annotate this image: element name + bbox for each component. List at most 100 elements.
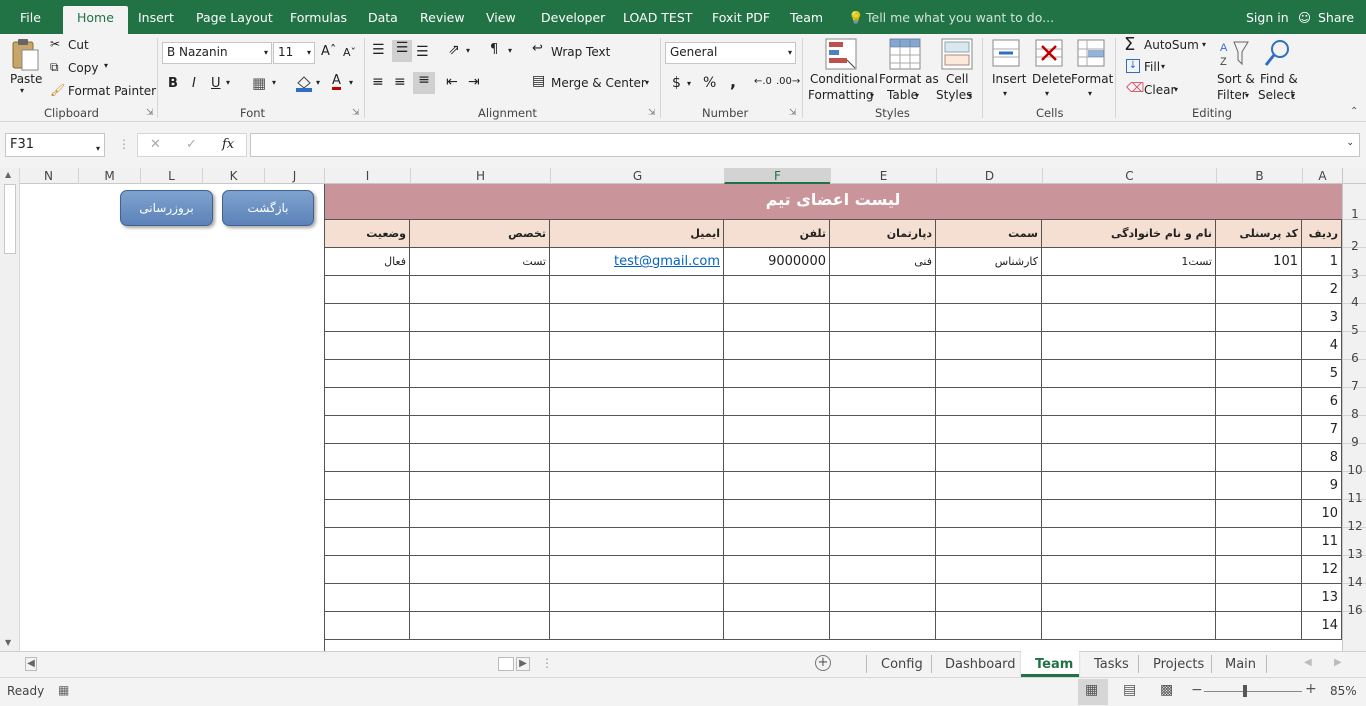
column-header-l[interactable]: L: [140, 168, 202, 184]
cut-button[interactable]: Cut: [68, 38, 89, 52]
empty-cell[interactable]: [936, 556, 1042, 584]
empty-cell[interactable]: [550, 584, 724, 612]
empty-cell[interactable]: [410, 332, 550, 360]
row-number-cell[interactable]: 5: [1302, 360, 1342, 388]
zoom-level[interactable]: 85%: [1330, 684, 1357, 698]
empty-cell[interactable]: [324, 612, 410, 640]
conditional-formatting-line2[interactable]: Formatting: [808, 88, 874, 102]
empty-cell[interactable]: [830, 276, 936, 304]
sheet-tab-team[interactable]: Team: [1035, 652, 1073, 677]
empty-cell[interactable]: [550, 304, 724, 332]
cell-styles-line2[interactable]: Styles: [936, 88, 972, 102]
autosum-dropdown-icon[interactable]: ▾: [1202, 40, 1206, 49]
empty-cell[interactable]: [324, 332, 410, 360]
empty-cell[interactable]: [1216, 304, 1302, 332]
align-middle-icon[interactable]: ☰: [392, 40, 412, 62]
empty-cell[interactable]: [936, 612, 1042, 640]
delete-cells-button[interactable]: Delete: [1032, 72, 1071, 86]
row-number-cell[interactable]: 3: [1302, 304, 1342, 332]
empty-cell[interactable]: [550, 500, 724, 528]
paste-icon[interactable]: [10, 38, 40, 72]
empty-cell[interactable]: [324, 304, 410, 332]
empty-cell[interactable]: [550, 332, 724, 360]
empty-cell[interactable]: [1216, 388, 1302, 416]
row-header[interactable]: 14: [1343, 556, 1366, 589]
horizontal-scroll-thumb[interactable]: [498, 657, 514, 671]
sort-filter-icon[interactable]: AZ: [1218, 38, 1250, 70]
clear-dropdown-icon[interactable]: ▾: [1174, 85, 1178, 94]
empty-cell[interactable]: [1042, 304, 1216, 332]
clipboard-launcher-icon[interactable]: ⇲: [146, 108, 154, 118]
row-number-cell[interactable]: 8: [1302, 444, 1342, 472]
header-cell[interactable]: وضعیت: [324, 220, 410, 248]
format-as-table-line1[interactable]: Format as: [879, 72, 939, 86]
increase-indent-icon[interactable]: ⇥: [468, 74, 480, 90]
column-header-k[interactable]: K: [202, 168, 264, 184]
insert-cells-icon[interactable]: [991, 38, 1021, 68]
empty-cell[interactable]: [324, 276, 410, 304]
empty-cell[interactable]: [1216, 584, 1302, 612]
empty-cell[interactable]: [550, 612, 724, 640]
empty-cell[interactable]: [410, 360, 550, 388]
collapse-ribbon-icon[interactable]: ⌃: [1350, 106, 1358, 117]
data-cell[interactable]: فنی: [830, 248, 936, 276]
data-cell[interactable]: 101: [1216, 248, 1302, 276]
header-cell[interactable]: نام و نام خانوادگی: [1042, 220, 1216, 248]
empty-cell[interactable]: [830, 584, 936, 612]
empty-cell[interactable]: [324, 416, 410, 444]
empty-cell[interactable]: [410, 276, 550, 304]
sheet-prev-icon[interactable]: ◀: [1304, 657, 1312, 668]
align-bottom-icon[interactable]: ☰: [416, 44, 429, 60]
format-cells-button[interactable]: Format: [1071, 72, 1113, 86]
empty-cell[interactable]: [830, 612, 936, 640]
empty-cell[interactable]: [830, 304, 936, 332]
row-header[interactable]: 11: [1343, 472, 1366, 505]
wrap-text-button[interactable]: Wrap Text: [551, 45, 610, 59]
insert-dropdown-icon[interactable]: ▾: [1003, 89, 1007, 98]
column-header-f[interactable]: F: [724, 168, 830, 184]
empty-cell[interactable]: [724, 444, 830, 472]
column-header-a[interactable]: A: [1302, 168, 1342, 184]
header-cell[interactable]: ردیف: [1302, 220, 1342, 248]
sort-filter-line1[interactable]: Sort &: [1217, 72, 1255, 86]
page-break-view-icon[interactable]: ▩: [1160, 682, 1173, 698]
increase-decimal-icon[interactable]: ←.0: [754, 76, 772, 87]
tab-file[interactable]: File: [20, 0, 41, 34]
split-handle-icon[interactable]: ⋮: [541, 656, 553, 670]
empty-cell[interactable]: [830, 416, 936, 444]
empty-cell[interactable]: [724, 388, 830, 416]
tab-load-test[interactable]: LOAD TEST: [623, 0, 692, 34]
empty-cell[interactable]: [936, 500, 1042, 528]
tab-page-layout[interactable]: Page Layout: [196, 0, 273, 34]
empty-cell[interactable]: [936, 360, 1042, 388]
empty-cell[interactable]: [1042, 556, 1216, 584]
empty-cell[interactable]: [410, 444, 550, 472]
font-color-dropdown-icon[interactable]: ▾: [349, 78, 353, 87]
sign-in-link[interactable]: Sign in: [1246, 0, 1289, 34]
enter-icon[interactable]: ✓: [186, 137, 197, 152]
empty-cell[interactable]: [324, 528, 410, 556]
empty-cell[interactable]: [324, 388, 410, 416]
decrease-indent-icon[interactable]: ⇤: [446, 74, 458, 90]
font-launcher-icon[interactable]: ⇲: [352, 108, 360, 118]
empty-cell[interactable]: [830, 556, 936, 584]
row-number-cell[interactable]: 4: [1302, 332, 1342, 360]
data-cell[interactable]: فعال: [324, 248, 410, 276]
new-sheet-icon[interactable]: +: [815, 655, 831, 671]
macro-record-icon[interactable]: ▦: [58, 683, 69, 697]
align-center-icon[interactable]: ≡: [394, 74, 406, 90]
delete-cells-icon[interactable]: [1034, 38, 1064, 68]
decrease-decimal-icon[interactable]: .00→: [776, 76, 800, 87]
font-size-select[interactable]: 11 ▾: [273, 42, 315, 64]
normal-view-icon[interactable]: ▦: [1085, 682, 1098, 698]
scroll-right-icon[interactable]: ▶: [516, 657, 530, 671]
empty-cell[interactable]: [936, 276, 1042, 304]
empty-cell[interactable]: [1216, 612, 1302, 640]
fill-dropdown-icon[interactable]: ▾: [1161, 62, 1165, 71]
delete-dropdown-icon[interactable]: ▾: [1045, 89, 1049, 98]
empty-cell[interactable]: [1042, 612, 1216, 640]
merge-center-button[interactable]: Merge & Center: [551, 76, 646, 90]
row-header[interactable]: 4: [1343, 276, 1366, 309]
row-header[interactable]: 12: [1343, 500, 1366, 533]
sheet-tab-config[interactable]: Config: [881, 652, 923, 677]
